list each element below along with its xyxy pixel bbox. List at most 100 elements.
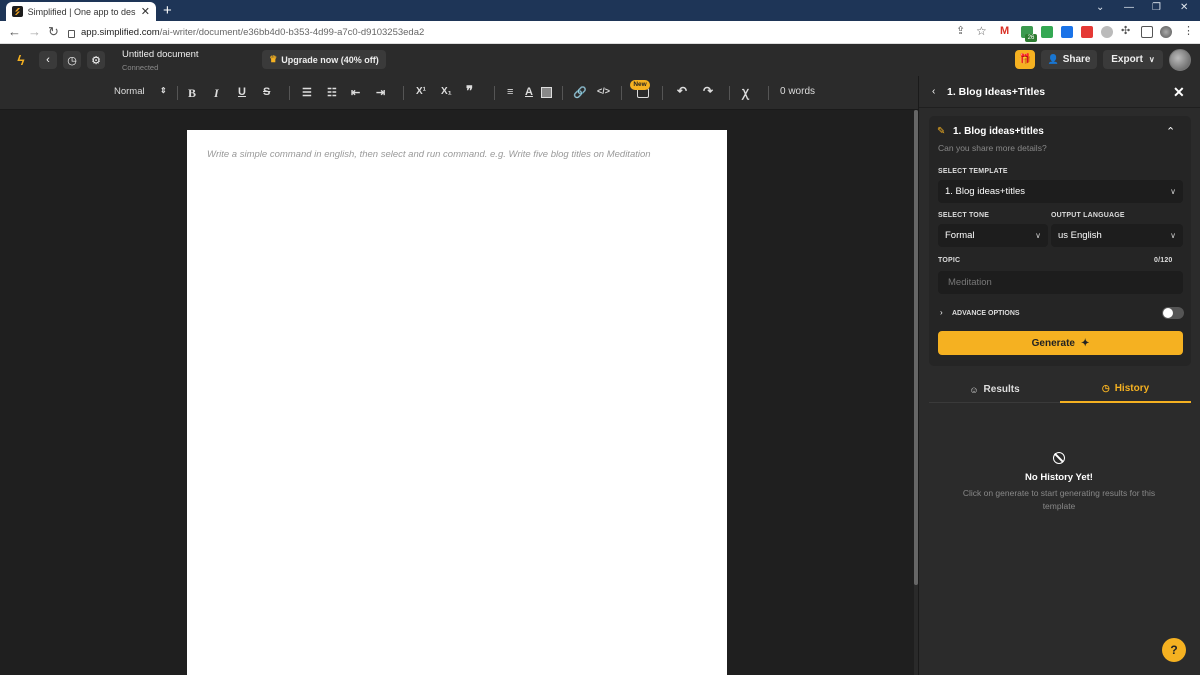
template-select[interactable]: 1. Blog ideas+titles ∨ — [938, 180, 1183, 203]
toolbar-divider — [662, 86, 663, 100]
magic-wand-icon: ✦ — [1080, 337, 1090, 349]
browser-menu-icon[interactable]: ⋮ — [1183, 24, 1194, 37]
document-page[interactable]: Write a simple command in english, then … — [187, 130, 727, 675]
share-page-icon[interactable]: ⇪ — [956, 24, 965, 37]
generate-label: Generate — [1031, 337, 1075, 349]
panel-close-icon[interactable]: ✕ — [1173, 84, 1185, 101]
language-label: OUTPUT LANGUAGE — [1051, 212, 1125, 219]
history-clock-icon[interactable]: ◷ — [63, 51, 81, 69]
advance-options-row[interactable]: › ADVANCE OPTIONS — [938, 307, 1184, 321]
empty-history-title: No History Yet! — [1025, 472, 1093, 483]
collapse-chevron-icon[interactable]: ⌃ — [1166, 125, 1175, 138]
panel-header: ‹ 1. Blog Ideas+Titles ✕ — [919, 76, 1200, 108]
panel-title: 1. Blog Ideas+Titles — [947, 86, 1046, 98]
new-tab-icon[interactable]: + — [163, 2, 172, 19]
toolbar-divider — [177, 86, 178, 100]
template-card-title: 1. Blog ideas+titles — [953, 126, 1044, 137]
advance-options-toggle[interactable] — [1162, 307, 1184, 319]
tab-close-icon[interactable]: ✕ — [141, 5, 150, 18]
simplified-favicon-icon — [12, 6, 23, 17]
clear-formatting-icon[interactable]: Ꭓ — [742, 86, 749, 101]
add-user-icon: 👤 — [1047, 54, 1059, 64]
underline-button[interactable]: U — [238, 86, 246, 98]
browser-tab[interactable]: Simplified | One app to design, c ✕ — [6, 2, 156, 21]
back-chevron-icon[interactable]: ‹ — [39, 51, 57, 69]
share-label: Share — [1062, 54, 1091, 65]
strikethrough-button[interactable]: S — [263, 86, 270, 98]
editor-placeholder: Write a simple command in english, then … — [207, 149, 651, 160]
upgrade-button[interactable]: ♛ Upgrade now (40% off) — [262, 50, 386, 69]
sidebar-toggle-icon[interactable] — [1141, 26, 1153, 38]
extension-icon[interactable] — [1081, 26, 1093, 38]
ai-side-panel: ‹ 1. Blog Ideas+Titles ✕ ✎ 1. Blog ideas… — [918, 76, 1200, 675]
tone-select[interactable]: Formal ∨ — [938, 224, 1048, 247]
upgrade-label: Upgrade now (40% off) — [281, 54, 379, 65]
topic-input[interactable]: Meditation — [938, 271, 1183, 294]
language-select[interactable]: us English ∨ — [1051, 224, 1183, 247]
extension-icon[interactable] — [1041, 26, 1053, 38]
outdent-icon[interactable]: ⇤ — [351, 86, 360, 99]
gmail-extension-icon[interactable]: M — [1000, 25, 1012, 37]
generate-button[interactable]: Generate ✦ — [938, 331, 1183, 355]
style-select-arrows-icon[interactable]: ⇕ — [160, 86, 167, 95]
user-avatar[interactable] — [1169, 49, 1191, 71]
connection-status: Connected — [122, 63, 159, 72]
extension-icon[interactable] — [1061, 26, 1073, 38]
profile-avatar-icon[interactable] — [1160, 26, 1172, 38]
highlight-color-icon[interactable] — [541, 87, 552, 98]
text-color-icon[interactable]: A — [525, 86, 533, 98]
editor-toolbar: Normal ⇕ B I U S ☰ ☷ ⇤ ⇥ X¹ X₁ ❞ ≡ A 🔗 <… — [0, 76, 918, 110]
language-select-value: us English — [1058, 230, 1102, 241]
subscript-button[interactable]: X₁ — [441, 86, 452, 97]
toolbar-divider — [403, 86, 404, 100]
tab-history-label: History — [1114, 383, 1150, 394]
panel-back-icon[interactable]: ‹ — [932, 86, 935, 97]
help-button[interactable]: ? — [1162, 638, 1186, 662]
indent-icon[interactable]: ⇥ — [376, 86, 385, 99]
bookmark-star-icon[interactable]: ☆ — [976, 24, 987, 38]
browser-address-bar: ← → ↻ app.simplified.com/ai-writer/docum… — [0, 21, 1200, 44]
export-button[interactable]: Export ∨ — [1103, 50, 1163, 69]
tab-results-label: Results — [983, 384, 1020, 395]
advance-options-label: ADVANCE OPTIONS — [952, 310, 1020, 317]
minimize-icon[interactable]: — — [1124, 2, 1134, 13]
puzzle-extensions-icon[interactable]: ✣ — [1121, 24, 1130, 37]
link-icon[interactable]: 🔗 — [573, 86, 587, 99]
empty-history-state: No History Yet! Click on generate to sta… — [928, 452, 1190, 513]
extension-icon[interactable] — [1101, 26, 1113, 38]
window-close-icon[interactable]: ✕ — [1180, 2, 1188, 13]
restore-icon[interactable]: ❐ — [1152, 2, 1161, 13]
document-title[interactable]: Untitled document — [122, 49, 199, 60]
template-card: ✎ 1. Blog ideas+titles ⌃ Can you share m… — [929, 116, 1191, 366]
tab-history[interactable]: ◷ History — [1060, 376, 1191, 403]
simplified-logo-icon[interactable]: ϟ — [12, 51, 30, 69]
toolbar-divider — [289, 86, 290, 100]
tab-results[interactable]: ☺ Results — [929, 376, 1060, 403]
bullet-list-icon[interactable]: ☷ — [327, 86, 337, 99]
share-button[interactable]: 👤 Share — [1041, 50, 1097, 69]
align-icon[interactable]: ≡ — [507, 86, 513, 98]
superscript-button[interactable]: X¹ — [416, 86, 426, 97]
text-style-select[interactable]: Normal — [114, 86, 145, 97]
undo-icon[interactable]: ↶ — [677, 84, 687, 98]
code-icon[interactable]: </> — [597, 86, 610, 96]
tone-label: SELECT TONE — [938, 212, 990, 219]
redo-icon[interactable]: ↷ — [703, 84, 713, 98]
url-field[interactable]: app.simplified.com/ai-writer/document/e3… — [68, 24, 628, 41]
back-arrow-icon[interactable]: ← — [8, 24, 21, 39]
lock-icon — [68, 29, 75, 38]
reload-icon[interactable]: ↻ — [48, 24, 59, 40]
chevron-down-icon: ∨ — [1035, 231, 1041, 240]
blockquote-button[interactable]: ❞ — [466, 83, 473, 99]
bold-button[interactable]: B — [188, 86, 196, 101]
tab-search-chevron-icon[interactable]: ⌄ — [1096, 2, 1104, 13]
italic-button[interactable]: I — [214, 86, 219, 101]
forward-arrow-icon[interactable]: → — [28, 24, 41, 39]
gift-icon: 🎁 — [1018, 54, 1032, 65]
gift-button[interactable]: 🎁 — [1015, 50, 1035, 69]
ordered-list-icon[interactable]: ☰ — [302, 86, 312, 99]
new-badge: New — [630, 80, 650, 90]
template-select-value: 1. Blog ideas+titles — [945, 186, 1026, 197]
settings-gear-icon[interactable]: ⚙ — [87, 51, 105, 69]
template-card-subtitle: Can you share more details? — [938, 143, 1047, 153]
